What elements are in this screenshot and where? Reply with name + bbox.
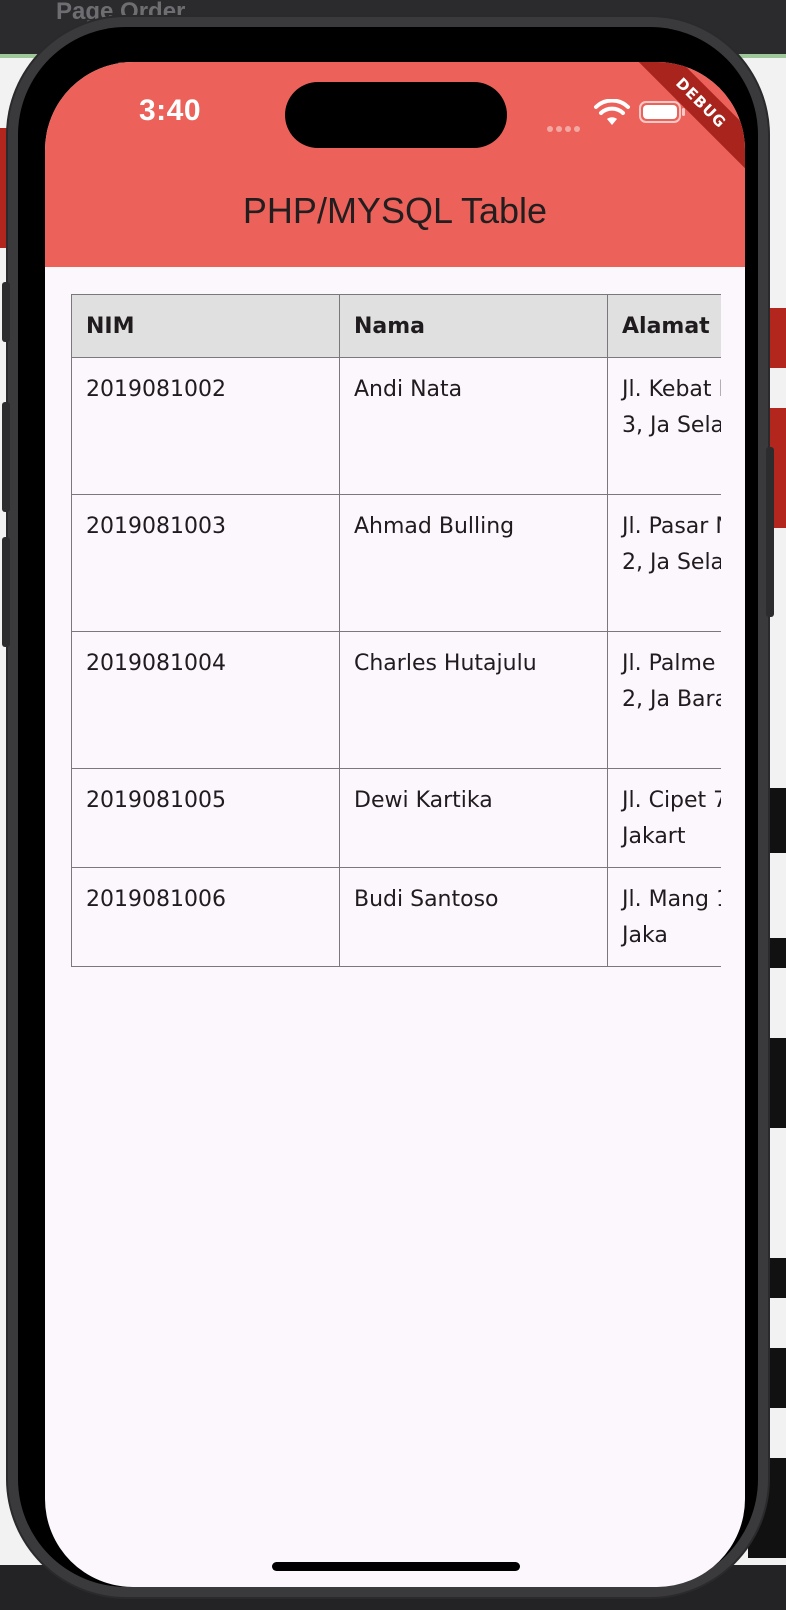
cell-nama: Ahmad Bulling	[339, 494, 608, 632]
phone-volume-up-button	[2, 402, 10, 512]
table-row[interactable]: 2019081003 Ahmad Bulling Jl. Pasar No. 2…	[71, 494, 721, 632]
cell-alamat-text: Jl. Kebat No. 3, Ja Selatan	[622, 377, 721, 438]
cell-nim: 2019081005	[71, 768, 340, 868]
cell-alamat: Jl. Pasar No. 2, Ja Selatan	[607, 494, 721, 632]
signal-icon	[547, 117, 583, 132]
cell-alamat: Jl. Mang 10, Jaka	[607, 867, 721, 967]
table-row[interactable]: 2019081004 Charles Hutajulu Jl. Palme No…	[71, 631, 721, 769]
cell-alamat: Jl. Cipet 7, Jakart	[607, 768, 721, 868]
app-screen: 3:40 DEBUG PHP/MYSQL Table NIM Nama Alam…	[45, 62, 745, 1587]
cell-alamat-text: Jl. Palme No. 2, Ja Barat	[622, 651, 721, 712]
cell-nama: Charles Hutajulu	[339, 631, 608, 769]
cell-nama: Andi Nata	[339, 357, 608, 495]
cell-alamat-text: Jl. Pasar No. 2, Ja Selatan	[622, 514, 721, 575]
column-header-alamat: Alamat	[607, 294, 721, 358]
column-header-nama: Nama	[339, 294, 608, 358]
home-indicator[interactable]	[272, 1562, 520, 1571]
table-row[interactable]: 2019081002 Andi Nata Jl. Kebat No. 3, Ja…	[71, 357, 721, 495]
cell-nim: 2019081002	[71, 357, 340, 495]
cell-nama: Budi Santoso	[339, 867, 608, 967]
cell-alamat-text: Jl. Cipet 7, Jakart	[622, 788, 721, 849]
table-row[interactable]: 2019081005 Dewi Kartika Jl. Cipet 7, Jak…	[71, 768, 721, 868]
data-table: NIM Nama Alamat 2019081002 Andi Nata Jl.…	[71, 294, 721, 967]
phone-volume-down-button	[2, 537, 10, 647]
status-time: 3:40	[139, 94, 202, 127]
column-header-nim: NIM	[71, 294, 340, 358]
phone-power-button	[766, 447, 774, 617]
cell-nim: 2019081003	[71, 494, 340, 632]
data-table-container[interactable]: NIM Nama Alamat 2019081002 Andi Nata Jl.…	[71, 294, 721, 994]
cell-nama: Dewi Kartika	[339, 768, 608, 868]
app-bar: 3:40 DEBUG PHP/MYSQL Table	[45, 62, 745, 267]
desktop-background: Page Order 3:40 DEBUG PHP/MYSQL Table NI…	[0, 0, 786, 1610]
cell-alamat-text: Jl. Mang 10, Jaka	[622, 887, 721, 948]
dynamic-island	[285, 82, 507, 148]
cell-alamat: Jl. Kebat No. 3, Ja Selatan	[607, 357, 721, 495]
phone-side-button	[2, 282, 10, 342]
page-title: PHP/MYSQL Table	[242, 190, 548, 231]
table-row[interactable]: 2019081006 Budi Santoso Jl. Mang 10, Jak…	[71, 867, 721, 967]
wifi-icon	[594, 99, 630, 125]
phone-frame: 3:40 DEBUG PHP/MYSQL Table NIM Nama Alam…	[2, 17, 774, 1597]
cell-alamat: Jl. Palme No. 2, Ja Barat	[607, 631, 721, 769]
cell-nim: 2019081004	[71, 631, 340, 769]
cell-nim: 2019081006	[71, 867, 340, 967]
table-header-row: NIM Nama Alamat	[71, 294, 721, 358]
